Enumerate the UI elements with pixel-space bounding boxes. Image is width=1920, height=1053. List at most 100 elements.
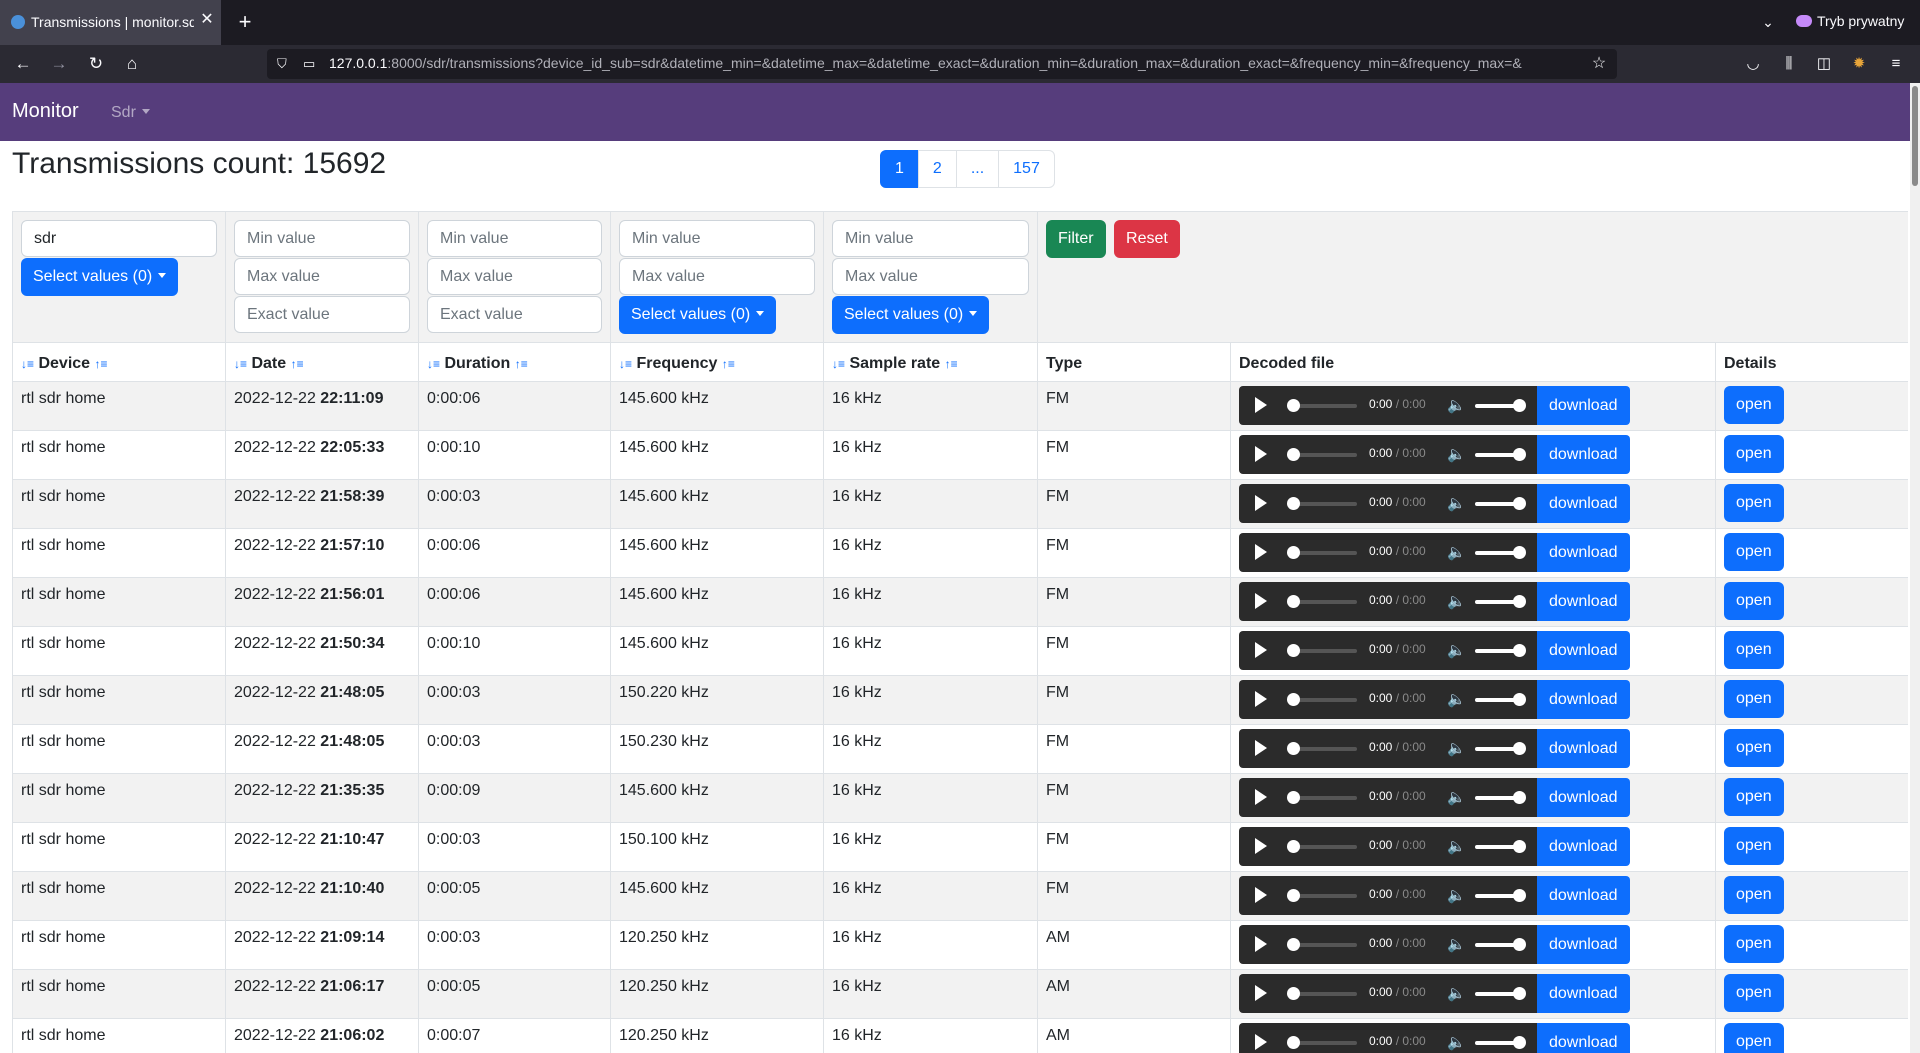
sort-desc-icon[interactable]: ↓≡ bbox=[619, 357, 632, 371]
volume-icon[interactable]: 🔈 bbox=[1447, 788, 1466, 806]
audio-player[interactable]: 0:00 / 0:00 🔈 bbox=[1239, 827, 1537, 866]
volume-icon[interactable]: 🔈 bbox=[1447, 445, 1466, 463]
sort-asc-icon[interactable]: ↑≡ bbox=[945, 357, 958, 371]
device-select-values-button[interactable]: Select values (0) bbox=[21, 258, 179, 296]
play-icon[interactable] bbox=[1255, 691, 1267, 707]
play-icon[interactable] bbox=[1255, 740, 1267, 756]
play-icon[interactable] bbox=[1255, 495, 1267, 511]
volume-knob[interactable] bbox=[1513, 693, 1526, 706]
open-button[interactable]: open bbox=[1724, 533, 1784, 571]
volume-icon[interactable]: 🔈 bbox=[1447, 837, 1466, 855]
open-button[interactable]: open bbox=[1724, 778, 1784, 816]
volume-knob[interactable] bbox=[1513, 938, 1526, 951]
audio-player[interactable]: 0:00 / 0:00 🔈 bbox=[1239, 582, 1537, 621]
audio-player[interactable]: 0:00 / 0:00 🔈 bbox=[1239, 680, 1537, 719]
open-button[interactable]: open bbox=[1724, 876, 1784, 914]
seek-knob[interactable] bbox=[1287, 840, 1300, 853]
play-icon[interactable] bbox=[1255, 789, 1267, 805]
seek-bar[interactable] bbox=[1291, 600, 1357, 604]
scrollbar-thumb[interactable] bbox=[1912, 86, 1918, 186]
volume-knob[interactable] bbox=[1513, 889, 1526, 902]
page-link-last[interactable]: 157 bbox=[998, 150, 1055, 188]
page-link-1[interactable]: 1 bbox=[880, 150, 919, 188]
download-button[interactable]: download bbox=[1537, 435, 1630, 474]
nav-dropdown-sdr[interactable]: Sdr bbox=[111, 104, 150, 122]
volume-icon[interactable]: 🔈 bbox=[1447, 886, 1466, 904]
open-button[interactable]: open bbox=[1724, 1023, 1784, 1053]
audio-player[interactable]: 0:00 / 0:00 🔈 bbox=[1239, 729, 1537, 768]
sort-desc-icon[interactable]: ↓≡ bbox=[427, 357, 440, 371]
reset-button[interactable]: Reset bbox=[1114, 220, 1180, 258]
play-icon[interactable] bbox=[1255, 985, 1267, 1001]
sort-asc-icon[interactable]: ↑≡ bbox=[291, 357, 304, 371]
sort-asc-icon[interactable]: ↑≡ bbox=[722, 357, 735, 371]
volume-knob[interactable] bbox=[1513, 546, 1526, 559]
volume-knob[interactable] bbox=[1513, 595, 1526, 608]
volume-icon[interactable]: 🔈 bbox=[1447, 543, 1466, 561]
volume-knob[interactable] bbox=[1513, 791, 1526, 804]
sort-desc-icon[interactable]: ↓≡ bbox=[832, 357, 845, 371]
shield-icon[interactable]: ⛉ bbox=[277, 56, 291, 72]
volume-icon[interactable]: 🔈 bbox=[1447, 1033, 1466, 1051]
volume-icon[interactable]: 🔈 bbox=[1447, 641, 1466, 659]
seek-knob[interactable] bbox=[1287, 644, 1300, 657]
seek-knob[interactable] bbox=[1287, 742, 1300, 755]
seek-knob[interactable] bbox=[1287, 399, 1300, 412]
download-button[interactable]: download bbox=[1537, 827, 1630, 866]
volume-knob[interactable] bbox=[1513, 1036, 1526, 1049]
download-button[interactable]: download bbox=[1537, 729, 1630, 768]
download-button[interactable]: download bbox=[1537, 778, 1630, 817]
audio-player[interactable]: 0:00 / 0:00 🔈 bbox=[1239, 925, 1537, 964]
download-button[interactable]: download bbox=[1537, 680, 1630, 719]
seek-bar[interactable] bbox=[1291, 502, 1357, 506]
reload-icon[interactable]: ↻ bbox=[85, 53, 107, 75]
volume-icon[interactable]: 🔈 bbox=[1447, 592, 1466, 610]
page-scrollbar[interactable] bbox=[1910, 83, 1920, 1053]
audio-player[interactable]: 0:00 / 0:00 🔈 bbox=[1239, 778, 1537, 817]
download-button[interactable]: download bbox=[1537, 925, 1630, 964]
play-icon[interactable] bbox=[1255, 397, 1267, 413]
seek-knob[interactable] bbox=[1287, 693, 1300, 706]
volume-icon[interactable]: 🔈 bbox=[1447, 739, 1466, 757]
seek-knob[interactable] bbox=[1287, 448, 1300, 461]
new-tab-icon[interactable]: + bbox=[232, 10, 258, 36]
home-icon[interactable]: ⌂ bbox=[121, 53, 143, 75]
volume-icon[interactable]: 🔈 bbox=[1447, 396, 1466, 414]
date-exact-input[interactable] bbox=[234, 296, 410, 333]
open-button[interactable]: open bbox=[1724, 925, 1784, 963]
library-icon[interactable]: ⫼ bbox=[1778, 53, 1800, 75]
back-icon[interactable]: ← bbox=[12, 53, 34, 75]
sample-rate-max-input[interactable] bbox=[832, 258, 1029, 295]
seek-bar[interactable] bbox=[1291, 649, 1357, 653]
download-button[interactable]: download bbox=[1537, 533, 1630, 572]
open-button[interactable]: open bbox=[1724, 827, 1784, 865]
download-button[interactable]: download bbox=[1537, 974, 1630, 1013]
seek-bar[interactable] bbox=[1291, 551, 1357, 555]
play-icon[interactable] bbox=[1255, 593, 1267, 609]
forward-icon[interactable]: → bbox=[48, 53, 70, 75]
volume-knob[interactable] bbox=[1513, 840, 1526, 853]
device-filter-input[interactable] bbox=[21, 220, 217, 257]
address-bar[interactable]: ⛉ ▭ 127.0.0.1:8000/sdr/transmissions?dev… bbox=[267, 49, 1617, 79]
play-icon[interactable] bbox=[1255, 642, 1267, 658]
audio-player[interactable]: 0:00 / 0:00 🔈 bbox=[1239, 386, 1537, 425]
browser-tab[interactable]: Transmissions | monitor.sd ✕ bbox=[0, 0, 221, 45]
volume-knob[interactable] bbox=[1513, 742, 1526, 755]
duration-exact-input[interactable] bbox=[427, 296, 602, 333]
seek-bar[interactable] bbox=[1291, 698, 1357, 702]
bookmark-star-icon[interactable]: ☆ bbox=[1589, 54, 1609, 74]
download-button[interactable]: download bbox=[1537, 876, 1630, 915]
sort-desc-icon[interactable]: ↓≡ bbox=[21, 357, 34, 371]
seek-knob[interactable] bbox=[1287, 987, 1300, 1000]
frequency-select-values-button[interactable]: Select values (0) bbox=[619, 296, 777, 334]
audio-player[interactable]: 0:00 / 0:00 🔈 bbox=[1239, 435, 1537, 474]
seek-bar[interactable] bbox=[1291, 453, 1357, 457]
brand-logo[interactable]: Monitor bbox=[12, 100, 79, 123]
seek-knob[interactable] bbox=[1287, 497, 1300, 510]
audio-player[interactable]: 0:00 / 0:00 🔈 bbox=[1239, 1023, 1537, 1053]
frequency-max-input[interactable] bbox=[619, 258, 815, 295]
audio-player[interactable]: 0:00 / 0:00 🔈 bbox=[1239, 484, 1537, 523]
sample-rate-min-input[interactable] bbox=[832, 220, 1029, 257]
open-button[interactable]: open bbox=[1724, 631, 1784, 669]
seek-knob[interactable] bbox=[1287, 1036, 1300, 1049]
